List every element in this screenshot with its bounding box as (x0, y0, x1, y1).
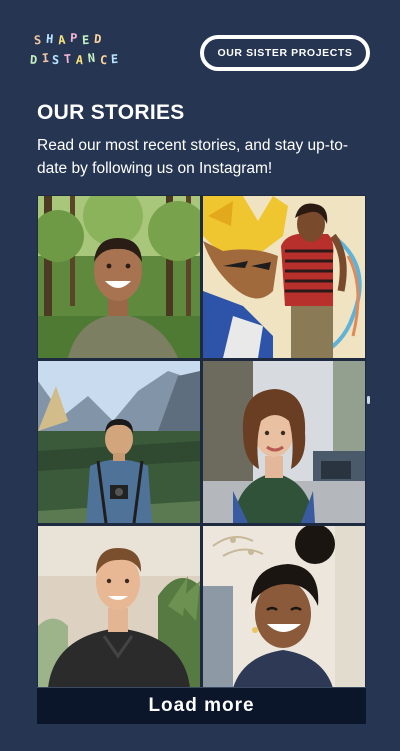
story-photo-3[interactable] (38, 361, 200, 523)
svg-text:E: E (82, 33, 90, 47)
svg-text:N: N (87, 51, 96, 66)
svg-text:A: A (57, 33, 66, 48)
svg-text:S: S (52, 53, 60, 67)
svg-text:I: I (41, 51, 49, 66)
site-header: S H A P E D D I S T A N C E OUR SISTER P… (0, 0, 400, 95)
svg-text:H: H (45, 32, 53, 47)
stories-description: Read our most recent stories, and stay u… (37, 137, 349, 177)
svg-text:S: S (34, 33, 42, 47)
story-photo-2[interactable] (203, 196, 365, 358)
svg-text:D: D (30, 53, 38, 67)
svg-text:T: T (63, 52, 71, 66)
svg-text:A: A (75, 53, 84, 68)
scroll-indicator (367, 396, 370, 404)
story-photo-5[interactable] (38, 526, 200, 688)
svg-text:P: P (70, 31, 78, 45)
svg-text:E: E (111, 52, 119, 66)
stories-title: OUR STORIES (37, 101, 185, 124)
svg-text:C: C (100, 53, 108, 67)
story-photo-1[interactable] (38, 196, 200, 358)
story-photo-6[interactable] (203, 526, 365, 688)
svg-text:D: D (93, 32, 102, 47)
shaped-distance-logo[interactable]: S H A P E D D I S T A N C E (30, 30, 122, 70)
sister-projects-button[interactable]: OUR SISTER PROJECTS (200, 35, 370, 71)
load-more-button[interactable]: Load more (37, 687, 366, 724)
story-photo-4[interactable] (203, 361, 365, 523)
stories-grid (37, 195, 366, 689)
